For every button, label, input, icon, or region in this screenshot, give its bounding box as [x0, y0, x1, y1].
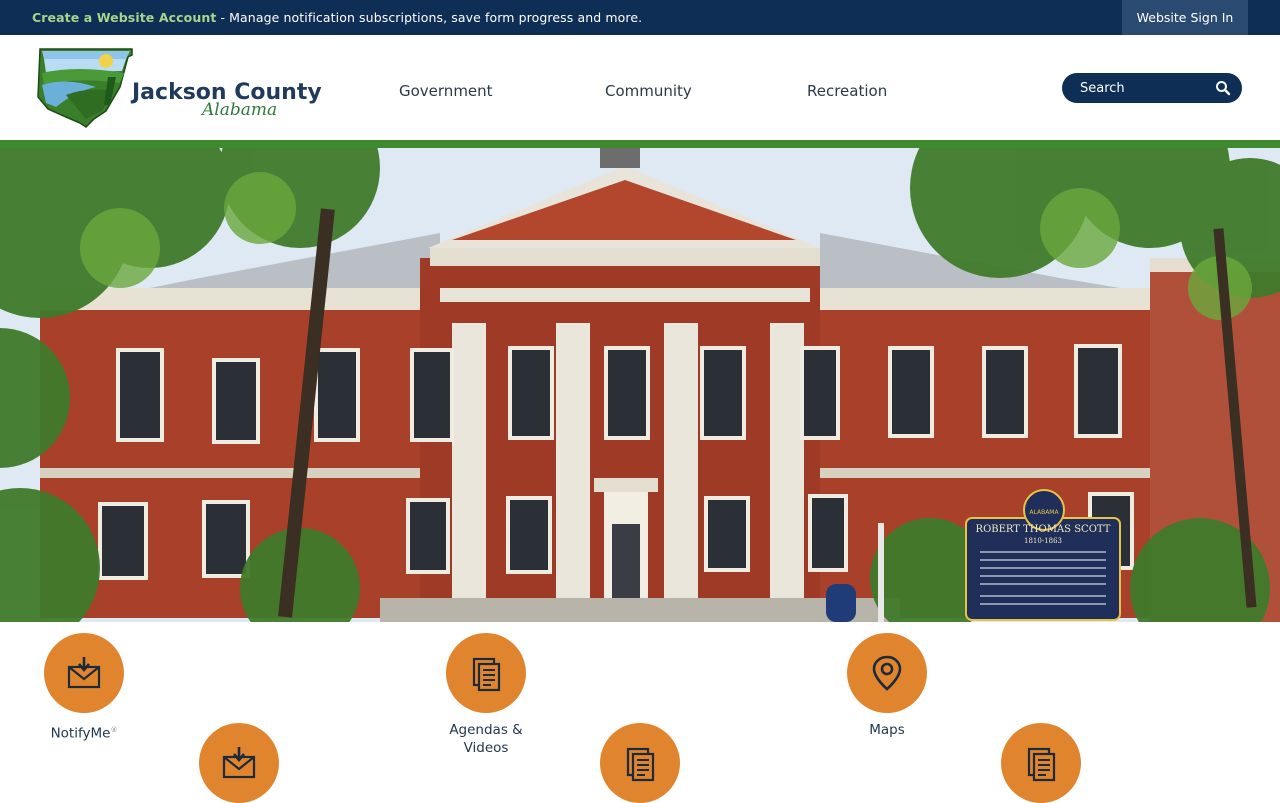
site-header: Jackson County Alabama Government Commun…: [0, 35, 1280, 140]
documents-icon: [446, 633, 526, 713]
search-input[interactable]: [1080, 79, 1210, 97]
quicklink-notifyme[interactable]: NotifyMe®: [24, 633, 144, 743]
site-logo[interactable]: Jackson County Alabama: [36, 47, 326, 129]
quicklink-label: Maps: [869, 722, 905, 738]
nav-community[interactable]: Community: [605, 82, 692, 100]
quicklink-label: NotifyMe®: [50, 725, 118, 742]
account-message-text: - Manage notification subscriptions, sav…: [216, 10, 643, 25]
nav-recreation[interactable]: Recreation: [807, 82, 887, 100]
create-account-link[interactable]: Create a Website Account: [32, 10, 216, 25]
marker-title: ROBERT THOMAS SCOTT: [976, 524, 1111, 535]
quicklink-label: Agendas & Videos: [449, 722, 523, 756]
sign-in-button[interactable]: Website Sign In: [1122, 0, 1248, 35]
search-box: [1062, 73, 1242, 103]
map-pin-icon: [847, 633, 927, 713]
hero-courthouse-image: ALABAMA ROBERT THOMAS SCOTT 1810-1863: [0, 148, 1280, 622]
registered-mark: ®: [110, 726, 118, 734]
quicklink-5[interactable]: [580, 723, 700, 803]
header-accent-bar: [0, 140, 1280, 148]
quicklink-maps[interactable]: Maps: [827, 633, 947, 739]
logo-state-name: Alabama: [200, 100, 277, 120]
quicklink-4[interactable]: [179, 723, 299, 803]
search-icon[interactable]: [1214, 79, 1232, 97]
mail-download-icon: [199, 723, 279, 803]
top-bar: Create a Website Account - Manage notifi…: [0, 0, 1280, 35]
documents-icon: [1001, 723, 1081, 803]
county-logo-icon: Jackson County Alabama: [37, 48, 322, 128]
account-message: Create a Website Account - Manage notifi…: [32, 10, 642, 25]
quicklink-agendas-videos[interactable]: Agendas & Videos: [426, 633, 546, 757]
documents-icon: [600, 723, 680, 803]
nav-government[interactable]: Government: [399, 82, 493, 100]
marker-state: ALABAMA: [1029, 509, 1059, 516]
quicklink-6[interactable]: [981, 723, 1101, 803]
marker-years: 1810-1863: [1024, 537, 1062, 545]
mail-download-icon: [44, 633, 124, 713]
